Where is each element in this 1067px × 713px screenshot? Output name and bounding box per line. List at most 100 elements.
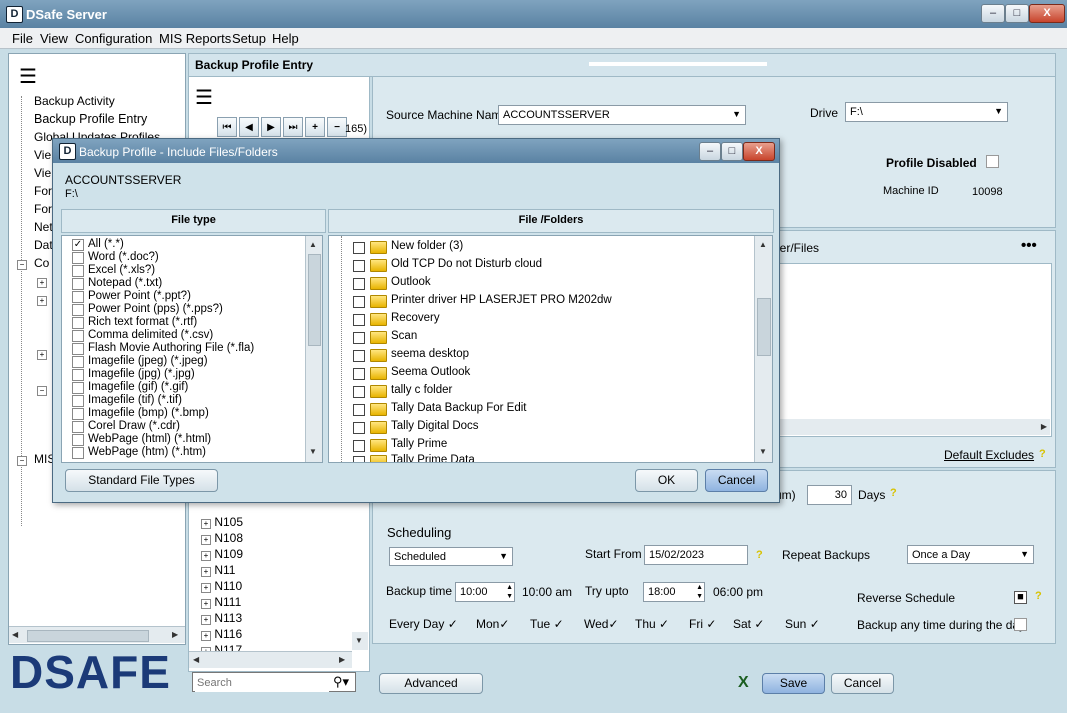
sidebar-hscrollbar[interactable]: ◀ ▶ <box>9 626 185 643</box>
day-wed[interactable]: Wed✓ <box>584 617 619 631</box>
search-box[interactable]: ⚲▾ <box>192 672 356 692</box>
advanced-button[interactable]: Advanced <box>379 673 483 694</box>
folders-vscrollbar[interactable]: ▲ ▼ <box>754 236 772 462</box>
collapse-icon[interactable]: − <box>17 260 27 270</box>
checkbox[interactable] <box>353 296 365 308</box>
checkbox[interactable] <box>353 350 365 362</box>
hamburger-icon[interactable]: ☰ <box>19 64 37 89</box>
collapse-icon[interactable]: − <box>37 386 47 396</box>
try-upto-input[interactable]: 18:00 ▲ ▼ <box>643 582 705 602</box>
checkbox[interactable] <box>72 369 84 381</box>
sidebar-item-configuration[interactable]: Co <box>34 256 49 270</box>
standard-file-types-button[interactable]: Standard File Types <box>65 469 218 492</box>
backup-time-input[interactable]: 10:00 ▲ ▼ <box>455 582 515 602</box>
dialog-maximize-button[interactable]: □ <box>721 142 743 161</box>
selected-folders-list[interactable] <box>768 263 1052 437</box>
menu-mis-reports[interactable]: MIS Reports <box>159 31 231 46</box>
day-tue[interactable]: Tue ✓ <box>530 617 564 631</box>
menu-help[interactable]: Help <box>272 31 299 46</box>
first-record-icon[interactable]: ⏮ <box>217 117 237 137</box>
more-icon[interactable]: ••• <box>1021 237 1037 254</box>
checkbox[interactable] <box>72 395 84 407</box>
expand-icon[interactable]: + <box>37 296 47 306</box>
tree-node[interactable]: + N111 <box>201 595 241 609</box>
checkbox[interactable] <box>72 304 84 316</box>
menu-view[interactable]: View <box>40 31 68 46</box>
help-icon[interactable]: ? <box>1035 590 1042 602</box>
day-sat[interactable]: Sat ✓ <box>733 617 764 631</box>
checkbox[interactable] <box>72 447 84 459</box>
scroll-down-icon[interactable]: ▼ <box>352 632 368 650</box>
list-hscrollbar[interactable]: ◀ ▶ <box>189 651 352 668</box>
tree-node[interactable]: + N110 <box>201 579 242 593</box>
checkbox[interactable]: ✓ <box>72 239 84 251</box>
next-record-icon[interactable]: ▶ <box>261 117 281 137</box>
prev-record-icon[interactable]: ◀ <box>239 117 259 137</box>
checkbox[interactable] <box>353 278 365 290</box>
close-button[interactable]: X <box>1029 4 1065 23</box>
checkbox[interactable] <box>353 368 365 380</box>
dialog-close-button[interactable]: X <box>743 142 775 161</box>
tree-node[interactable]: + N105 <box>201 515 243 529</box>
checkbox[interactable] <box>72 356 84 368</box>
checkbox[interactable] <box>353 404 365 416</box>
checkbox[interactable] <box>72 317 84 329</box>
remove-record-icon[interactable]: − <box>327 117 347 137</box>
save-button[interactable]: Save <box>762 673 825 694</box>
menu-file[interactable]: File <box>12 31 33 46</box>
menu-configuration[interactable]: Configuration <box>75 31 152 46</box>
checkbox[interactable] <box>72 330 84 342</box>
sidebar-item-data[interactable]: Dat <box>34 238 53 252</box>
last-record-icon[interactable]: ⏭ <box>283 117 303 137</box>
dialog-cancel-button[interactable]: Cancel <box>705 469 768 492</box>
repeat-select[interactable]: Once a Day ▼ <box>907 545 1034 564</box>
checkbox[interactable] <box>353 260 365 272</box>
cancel-button[interactable]: Cancel <box>831 673 894 694</box>
sidebar-item-form-1[interactable]: For <box>34 184 52 198</box>
day-fri[interactable]: Fri ✓ <box>689 617 716 631</box>
scroll-thumb[interactable] <box>757 298 771 356</box>
excel-icon[interactable]: X <box>738 674 749 692</box>
checkbox[interactable] <box>353 456 365 462</box>
dialog-minimize-button[interactable]: ‒ <box>699 142 721 161</box>
folders-list[interactable]: New folder (3) Old TCP Do not Disturb cl… <box>328 235 773 463</box>
tree-node[interactable]: + N116 <box>201 627 242 641</box>
scroll-thumb[interactable] <box>308 254 321 346</box>
checkbox[interactable] <box>72 343 84 355</box>
search-input[interactable] <box>195 674 329 692</box>
source-machine-select[interactable]: ACCOUNTSSERVER ▼ <box>498 105 746 125</box>
minimize-button[interactable]: ‒ <box>981 4 1005 23</box>
tree-node[interactable]: + N11 <box>201 563 235 577</box>
sidebar-item-view-2[interactable]: Vie <box>34 166 51 180</box>
checkbox[interactable] <box>72 421 84 433</box>
expand-icon[interactable]: + <box>37 350 47 360</box>
scroll-left-icon[interactable]: ◀ <box>12 630 18 639</box>
checkbox[interactable] <box>72 252 84 264</box>
scroll-thumb[interactable] <box>27 630 149 642</box>
day-sun[interactable]: Sun ✓ <box>785 617 820 631</box>
collapse-icon[interactable]: − <box>17 456 27 466</box>
reverse-schedule-checkbox[interactable]: ■ <box>1014 591 1027 604</box>
checkbox[interactable] <box>353 422 365 434</box>
maximize-button[interactable]: □ <box>1005 4 1029 23</box>
checkbox[interactable] <box>353 332 365 344</box>
help-icon[interactable]: ? <box>756 549 763 561</box>
help-icon[interactable]: ? <box>890 487 897 499</box>
sidebar-item-backup-activity[interactable]: Backup Activity <box>34 94 115 108</box>
any-time-checkbox[interactable] <box>1014 618 1027 631</box>
checkbox[interactable] <box>72 291 84 303</box>
day-mon[interactable]: Mon✓ <box>476 617 509 631</box>
selected-folders-hscroll[interactable]: ▶ <box>768 419 1050 435</box>
ok-button[interactable]: OK <box>635 469 698 492</box>
sidebar-item-form-2[interactable]: For <box>34 202 52 216</box>
sidebar-item-network[interactable]: Net <box>34 220 53 234</box>
retention-days-input[interactable]: 30 <box>807 485 852 505</box>
default-excludes-link[interactable]: Default Excludes <box>944 448 1034 462</box>
checkbox[interactable] <box>72 434 84 446</box>
menu-setup[interactable]: Setup <box>232 31 266 46</box>
start-from-input[interactable]: 15/02/2023 <box>644 545 748 565</box>
day-thu[interactable]: Thu ✓ <box>635 617 669 631</box>
scroll-right-icon[interactable]: ▶ <box>172 630 178 639</box>
search-icon[interactable]: ⚲▾ <box>333 674 349 690</box>
hamburger-icon[interactable]: ☰ <box>195 85 213 110</box>
